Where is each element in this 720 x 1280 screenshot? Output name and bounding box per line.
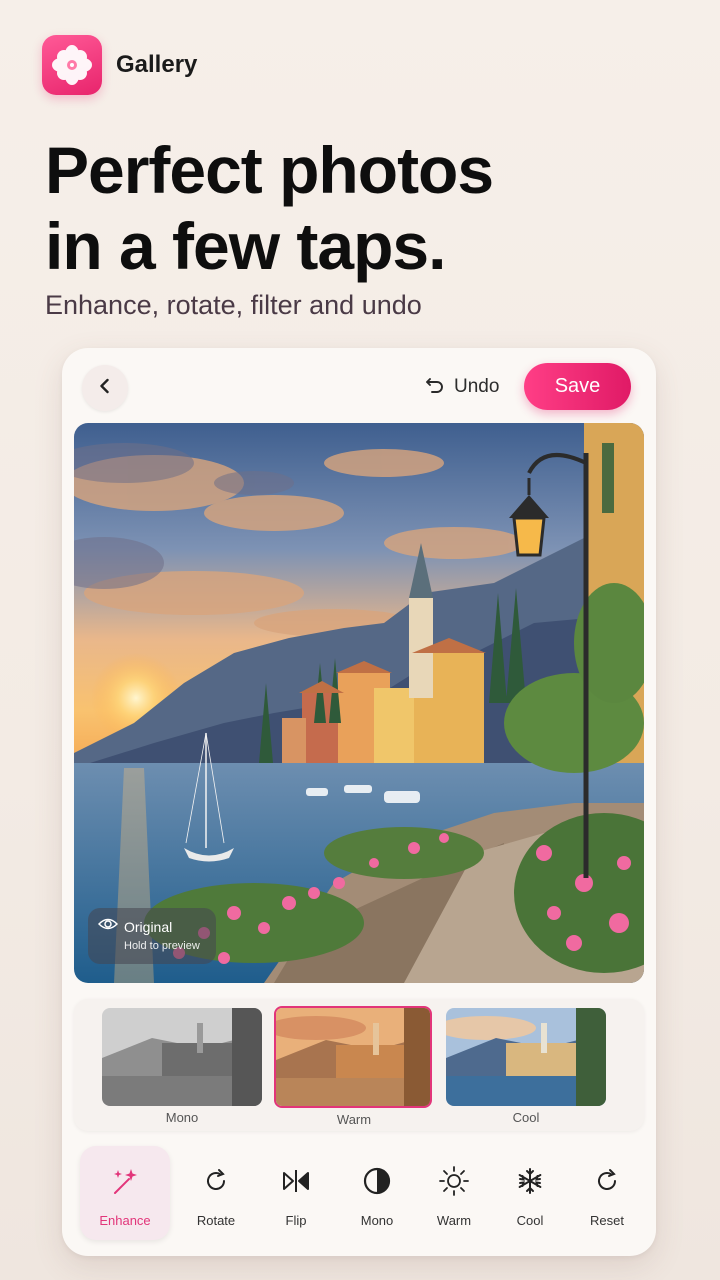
editor-card: Undo Save Original Hold to preview Mono … xyxy=(62,348,656,1256)
tool-mono-label: Mono xyxy=(360,1213,394,1228)
save-button[interactable]: Save xyxy=(524,363,631,410)
undo-label: Undo xyxy=(454,376,500,397)
headline-line-1: Perfect photos xyxy=(45,133,494,207)
headline-line-2: in a few taps. xyxy=(45,209,446,283)
tool-rotate[interactable]: Rotate xyxy=(176,1146,256,1240)
filter-warm-label: Warm xyxy=(336,1112,372,1127)
filter-cool-thumbnail xyxy=(446,1008,606,1106)
lakeside-photo xyxy=(74,423,644,983)
back-button[interactable] xyxy=(82,365,128,411)
filter-mono-label: Mono xyxy=(165,1110,199,1125)
edit-toolbar: Enhance Rotate Flip Mono Warm Cool Reset xyxy=(78,1146,640,1242)
sun-icon xyxy=(414,1163,494,1199)
headline: Perfect photos in a few taps. xyxy=(45,132,685,284)
tool-warm-label: Warm xyxy=(436,1213,472,1228)
tool-flip[interactable]: Flip xyxy=(256,1146,336,1240)
undo-button[interactable]: Undo xyxy=(424,372,499,402)
reset-icon xyxy=(567,1163,647,1199)
photo-canvas[interactable]: Original Hold to preview xyxy=(74,423,644,983)
subheadline: Enhance, rotate, filter and undo xyxy=(45,290,422,320)
snowflake-icon xyxy=(490,1163,570,1199)
app-brand: Gallery xyxy=(42,35,197,95)
flip-icon xyxy=(256,1163,336,1199)
filter-strip: Mono Warm Cool xyxy=(74,999,644,1131)
tool-warm[interactable]: Warm xyxy=(414,1146,494,1240)
filter-mono[interactable]: Mono xyxy=(102,999,262,1125)
preview-title: Original xyxy=(124,918,173,935)
app-name: Gallery xyxy=(116,51,198,78)
tool-enhance-label: Enhance xyxy=(99,1213,151,1228)
tool-flip-label: Flip xyxy=(285,1213,307,1228)
magic-wand-icon xyxy=(80,1163,170,1199)
rotate-icon xyxy=(176,1163,256,1199)
preview-hint: Hold to preview xyxy=(124,940,200,952)
filter-mono-thumbnail xyxy=(102,1008,262,1106)
hold-to-preview-badge[interactable]: Original Hold to preview xyxy=(88,908,216,964)
undo-icon xyxy=(424,374,446,401)
tool-reset[interactable]: Reset xyxy=(567,1146,647,1240)
tool-enhance[interactable]: Enhance xyxy=(80,1146,170,1240)
tool-mono[interactable]: Mono xyxy=(337,1146,417,1240)
tool-reset-label: Reset xyxy=(590,1213,624,1228)
tool-rotate-label: Rotate xyxy=(196,1213,236,1228)
flower-icon xyxy=(42,35,102,95)
chevron-left-icon xyxy=(96,377,114,400)
filter-warm-thumbnail xyxy=(274,1006,432,1108)
filter-warm[interactable]: Warm xyxy=(274,999,434,1127)
filter-cool-label: Cool xyxy=(512,1110,540,1125)
filter-cool[interactable]: Cool xyxy=(446,999,606,1125)
eye-icon xyxy=(97,917,119,936)
tool-cool-label: Cool xyxy=(516,1213,544,1228)
tool-cool[interactable]: Cool xyxy=(490,1146,570,1240)
contrast-icon xyxy=(337,1163,417,1199)
